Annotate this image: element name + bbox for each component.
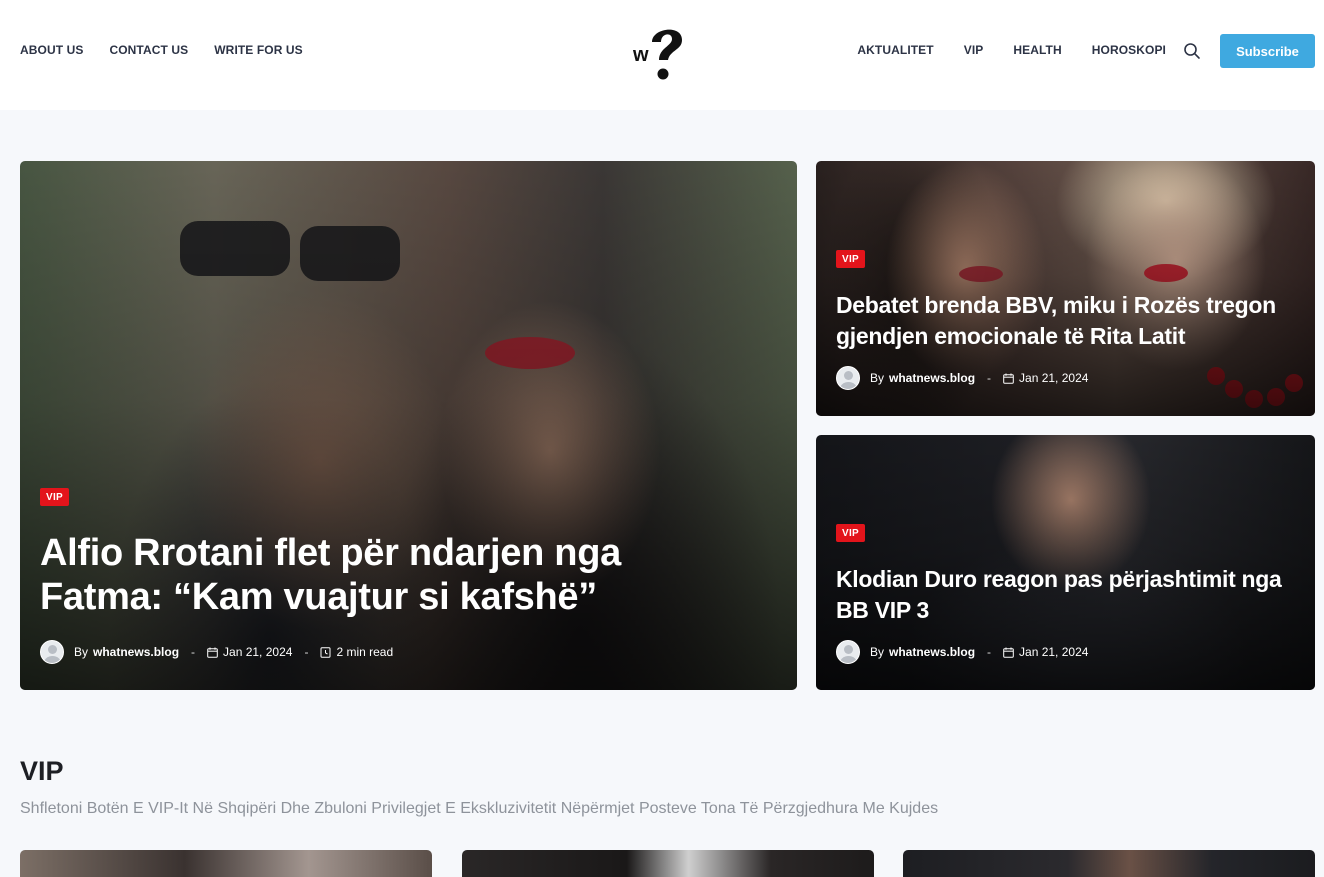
- nav-about-us[interactable]: ABOUT US: [20, 43, 83, 57]
- featured-side-title-2[interactable]: Klodian Duro reagon pas përjashtimit nga…: [836, 564, 1296, 626]
- category-badge[interactable]: VIP: [836, 524, 866, 542]
- featured-main-title[interactable]: Alfio Rrotani flet për ndarjen nga Fatma…: [40, 531, 740, 619]
- featured-side-title-1[interactable]: Debatet brenda BBV, miku i Rozës tregon …: [836, 290, 1296, 352]
- by-label: By: [870, 645, 885, 659]
- author-link[interactable]: whatnews.blog: [93, 645, 179, 659]
- site-header: ABOUT US CONTACT US WRITE FOR US w AKTUA…: [0, 0, 1324, 110]
- nav-aktualitet[interactable]: AKTUALITET: [857, 43, 933, 57]
- nav-horoskopi[interactable]: HOROSKOPI: [1092, 43, 1166, 57]
- author-link[interactable]: whatnews.blog: [889, 371, 975, 385]
- post-thumbnail-2[interactable]: [462, 850, 874, 877]
- logo-icon[interactable]: w: [630, 20, 684, 82]
- post-meta: By whatnews.blog - Jan 21, 2024: [836, 640, 1088, 664]
- post-thumbnail-3[interactable]: [903, 850, 1315, 877]
- nav-vip[interactable]: VIP: [964, 43, 984, 57]
- nav-contact-us[interactable]: CONTACT US: [109, 43, 188, 57]
- post-date: Jan 21, 2024: [223, 645, 293, 659]
- nav-write-for-us[interactable]: WRITE FOR US: [214, 43, 303, 57]
- calendar-icon: [1003, 647, 1014, 658]
- by-label: By: [870, 371, 885, 385]
- post-date: Jan 21, 2024: [1019, 371, 1089, 385]
- read-time: 2 min read: [336, 645, 394, 659]
- featured-side-card-2[interactable]: VIP Klodian Duro reagon pas përjashtimit…: [816, 435, 1315, 690]
- author-link[interactable]: whatnews.blog: [889, 645, 975, 659]
- nav-health[interactable]: HEALTH: [1013, 43, 1061, 57]
- section-subtitle: Shfletoni Botën E VIP-It Në Shqipëri Dhe…: [20, 800, 939, 817]
- featured-main-card[interactable]: VIP Alfio Rrotani flet për ndarjen nga F…: [20, 161, 797, 690]
- subscribe-button[interactable]: Subscribe: [1220, 34, 1315, 68]
- logo-letter: w: [632, 44, 649, 66]
- post-meta: By whatnews.blog - Jan 21, 2024 - 2 min …: [40, 640, 393, 664]
- post-date: Jan 21, 2024: [1019, 645, 1089, 659]
- post-meta: By whatnews.blog - Jan 21, 2024: [836, 366, 1088, 390]
- search-icon[interactable]: [1183, 42, 1201, 60]
- nav-right: AKTUALITET VIP HEALTH HOROSKOPI: [857, 43, 1166, 57]
- avatar-icon: [40, 640, 64, 664]
- section-title: VIP: [20, 756, 64, 786]
- category-badge[interactable]: VIP: [836, 250, 866, 268]
- avatar-icon: [836, 640, 860, 664]
- category-badge[interactable]: VIP: [40, 488, 70, 506]
- avatar-icon: [836, 366, 860, 390]
- featured-side-card-1[interactable]: VIP Debatet brenda BBV, miku i Rozës tre…: [816, 161, 1315, 416]
- post-thumbnail-1[interactable]: [20, 850, 432, 877]
- calendar-icon: [207, 647, 218, 658]
- by-label: By: [74, 645, 89, 659]
- clock-icon: [320, 646, 331, 658]
- calendar-icon: [1003, 373, 1014, 384]
- nav-left: ABOUT US CONTACT US WRITE FOR US: [20, 43, 303, 57]
